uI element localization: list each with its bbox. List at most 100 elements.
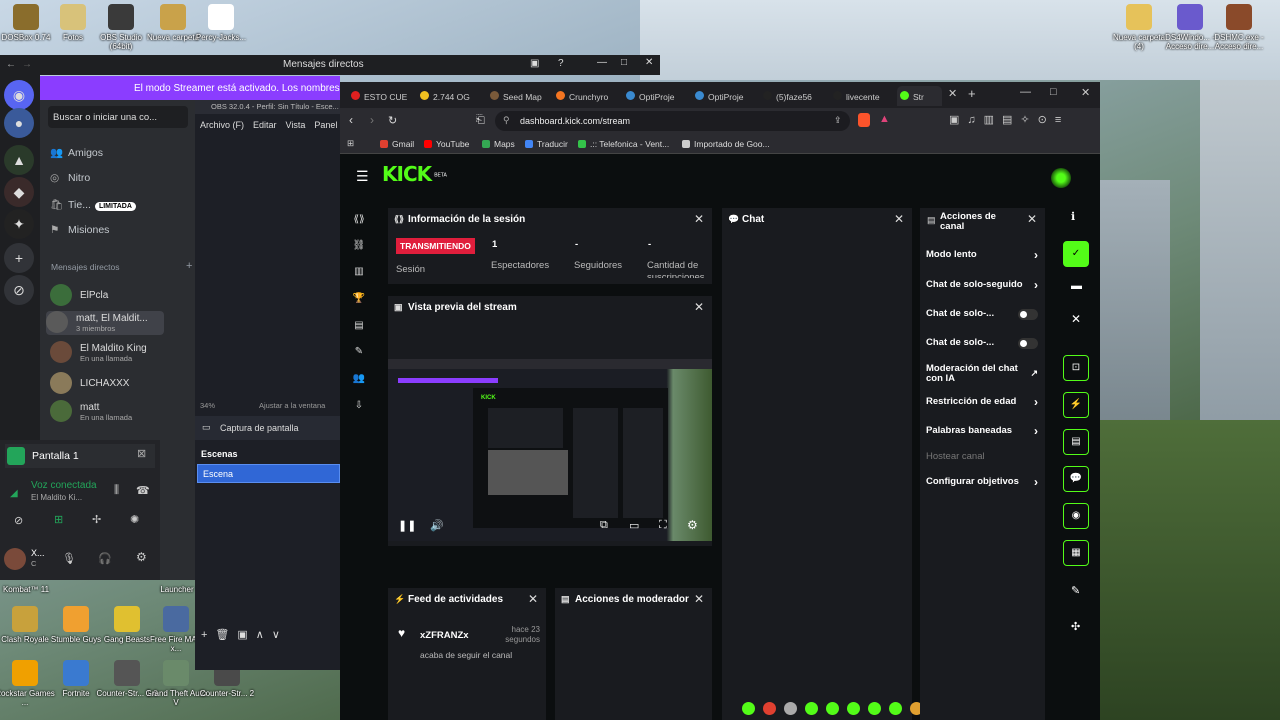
obs-menu-item[interactable]: Editar: [253, 120, 277, 130]
soundboard-icon[interactable]: ✺: [130, 513, 139, 526]
mini-player-icon[interactable]: ⧉: [600, 519, 608, 532]
menu-icon[interactable]: ☰: [356, 168, 369, 185]
browser-tab[interactable]: OptiProje: [692, 86, 752, 106]
obs-menu-item[interactable]: Vista: [286, 120, 306, 130]
activities-icon[interactable]: ✢: [92, 513, 101, 526]
headset-icon[interactable]: 🎧: [98, 552, 112, 565]
forward-icon[interactable]: ›: [370, 113, 374, 127]
emote-icon[interactable]: [784, 702, 797, 715]
close-icon[interactable]: ✕: [645, 57, 653, 68]
community-icon[interactable]: 👥: [352, 373, 366, 384]
browser-tab[interactable]: OptiProje: [623, 86, 683, 106]
help-icon[interactable]: ?: [558, 58, 564, 69]
info-icon[interactable]: ℹ: [1071, 210, 1075, 223]
close-icon[interactable]: ✕: [894, 212, 904, 226]
scene-item[interactable]: Escena: [197, 464, 340, 483]
stop-share-icon[interactable]: ⊠: [137, 447, 146, 460]
browser-tab[interactable]: Crunchyro: [553, 86, 613, 106]
close-window-icon[interactable]: ✕: [1081, 86, 1090, 99]
channel-action-item[interactable]: Palabras baneadas ›: [926, 425, 1038, 437]
nav-item[interactable]: ⚑ Misiones: [50, 224, 109, 236]
channel-action-item[interactable]: Chat de solo-...: [926, 338, 1038, 349]
camera-off-icon[interactable]: ⊘: [14, 514, 23, 527]
media-icon[interactable]: ▦: [1063, 540, 1089, 566]
browser-tab[interactable]: Seed Map: [487, 86, 547, 106]
discord-home-icon[interactable]: ◉: [4, 80, 34, 110]
search-input[interactable]: Buscar o iniciar una co...: [48, 106, 188, 128]
close-tab-icon[interactable]: ✕: [948, 87, 957, 100]
browser-tab[interactable]: 2.744 OG: [417, 86, 477, 106]
trophy-icon[interactable]: 🏆: [352, 293, 366, 304]
zoom-level[interactable]: 34%: [200, 401, 215, 410]
rewards-icon[interactable]: ▲: [879, 113, 890, 125]
share-icon[interactable]: ⇪: [834, 115, 842, 126]
toggle-switch[interactable]: [1018, 309, 1038, 320]
nav-item[interactable]: 👥 Amigos: [50, 146, 103, 159]
reload-icon[interactable]: ↻: [388, 114, 397, 127]
emote-icon[interactable]: [742, 702, 755, 715]
lightning-icon[interactable]: ⚡: [1063, 392, 1089, 418]
url-field[interactable]: ⚲ dashboard.kick.com/stream ⇪: [495, 111, 850, 131]
channel-action-item[interactable]: Restricción de edad ›: [926, 396, 1038, 408]
mic-icon[interactable]: 🎙: [62, 552, 76, 565]
clip-icon[interactable]: ⊡: [1063, 355, 1089, 381]
feed-user[interactable]: xZFRANZx: [420, 630, 469, 641]
browser-tab[interactable]: livecente: [830, 86, 890, 106]
dm-item[interactable]: El Maldito King En una llamada: [50, 341, 190, 365]
stream-icon[interactable]: ⟪⟫: [352, 214, 366, 225]
server-icon[interactable]: ●: [4, 108, 34, 138]
minimize-icon[interactable]: —: [597, 57, 607, 68]
close-icon[interactable]: ✕: [694, 300, 704, 314]
video-icon[interactable]: ▤: [352, 320, 366, 331]
dm-item[interactable]: matt En una llamada: [50, 400, 190, 424]
channel-action-item[interactable]: Modo lento ›: [926, 249, 1038, 261]
obs-menu-item[interactable]: Archivo (F): [200, 120, 244, 130]
layout-icon[interactable]: ▬: [1071, 280, 1082, 292]
brave-shield-icon[interactable]: [858, 113, 870, 127]
forward-arrow-icon[interactable]: →: [22, 59, 32, 70]
desktop-icon[interactable]: DSHMC.exe - Acceso dire...: [1207, 4, 1271, 51]
fit-window[interactable]: Ajustar a la ventana: [259, 401, 325, 410]
toggle-switch[interactable]: [1018, 338, 1038, 349]
add-server-icon[interactable]: +: [4, 243, 34, 273]
puzzle-icon[interactable]: ✣: [1071, 620, 1080, 633]
theater-icon[interactable]: ▭: [629, 519, 639, 532]
server-icon[interactable]: ▲: [4, 145, 34, 175]
scene-toolbar[interactable]: +🗑▣∧∨: [201, 628, 288, 641]
nav-item[interactable]: 🛍 Tie... LIMITADA: [50, 198, 136, 211]
add-dm-icon[interactable]: +: [186, 260, 192, 272]
bookmark-item[interactable]: .:: Telefonica - Vent...: [578, 139, 669, 149]
noise-suppression-icon[interactable]: ⫼: [114, 484, 119, 497]
avatar[interactable]: [1051, 168, 1071, 188]
wrench-icon[interactable]: ✎: [1071, 584, 1080, 597]
browser-tab[interactable]: Str: [897, 86, 942, 106]
server-icon[interactable]: ◆: [4, 177, 34, 207]
pause-icon[interactable]: ❚❚: [398, 519, 416, 532]
channel-action-item[interactable]: Configurar objetivos ›: [926, 476, 1038, 488]
dm-item[interactable]: ElPcla: [50, 284, 190, 308]
close-icon[interactable]: ✕: [694, 212, 704, 226]
obs-menu-item[interactable]: Panel: [314, 120, 337, 130]
emote-icon[interactable]: [868, 702, 881, 715]
source-bar[interactable]: ▭ Captura de pantalla: [195, 416, 340, 440]
kick-logo[interactable]: KICK BETA: [382, 162, 447, 186]
server-icon[interactable]: ✦: [4, 209, 34, 239]
bookmark-icon[interactable]: ⎗: [476, 114, 485, 127]
avatar[interactable]: [4, 548, 26, 570]
maximize-icon[interactable]: □: [1050, 86, 1057, 98]
browser-tab[interactable]: (5)faze56: [760, 86, 820, 106]
emote-icon[interactable]: [826, 702, 839, 715]
dm-item[interactable]: matt, El Maldit... 3 miembros: [46, 311, 164, 335]
bookmark-item[interactable]: YouTube: [424, 139, 469, 149]
bookmark-item[interactable]: Traducir: [525, 139, 568, 149]
inbox-icon[interactable]: ▣: [530, 58, 539, 69]
download-icon[interactable]: ⇩: [352, 400, 366, 411]
broadcast-icon[interactable]: ◉: [1063, 503, 1089, 529]
discord-titlebar[interactable]: ← → Mensajes directos ▣ ? — □ ✕: [0, 55, 660, 75]
back-arrow-icon[interactable]: ←: [6, 59, 16, 70]
back-icon[interactable]: ‹: [349, 113, 353, 127]
wrench-icon[interactable]: ✎: [352, 346, 366, 357]
check-icon[interactable]: ✓: [1063, 241, 1089, 267]
toolbar-icons[interactable]: ▣♫▥▤✧⊙≡: [949, 113, 1069, 126]
settings-gear-icon[interactable]: ⚙: [136, 550, 147, 564]
